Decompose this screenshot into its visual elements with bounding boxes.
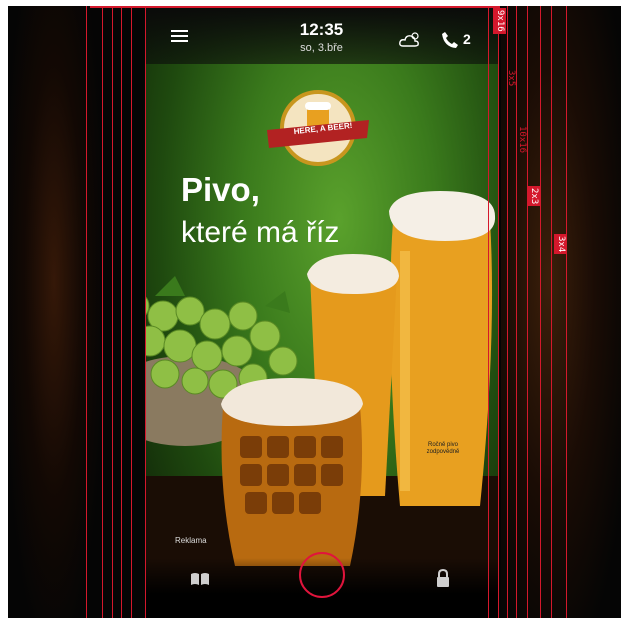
lock-icon[interactable] xyxy=(435,568,451,588)
grid-tag: 3x4 xyxy=(554,234,567,255)
grid-line xyxy=(566,6,567,618)
grid-line xyxy=(527,6,528,618)
ad-label: Reklama xyxy=(175,536,207,545)
status-bar: 12:35 so, 3.bře 2 xyxy=(145,6,498,64)
phone-icon[interactable] xyxy=(441,31,459,49)
screen-frame: HERE, A BEER! Pivo, které má říz Ročně p… xyxy=(8,6,621,618)
ad-headline-bold: Pivo, xyxy=(181,171,260,208)
grid-line xyxy=(507,6,508,618)
grid-tag: 10x16 xyxy=(517,126,527,154)
background-barrel-right xyxy=(501,6,621,618)
grid-line xyxy=(488,6,489,618)
bottom-bar xyxy=(145,552,498,618)
grid-line xyxy=(498,6,499,618)
grid-line xyxy=(112,6,113,618)
grid-line xyxy=(86,6,87,618)
grid-tag: 9x16 xyxy=(493,8,506,34)
grid-line xyxy=(516,6,517,618)
ad-headline-light: které má říz xyxy=(181,216,340,249)
lockscreen-ad[interactable]: HERE, A BEER! Pivo, které má říz Ročně p… xyxy=(145,6,498,618)
grid-tag: 3x5 xyxy=(506,70,516,87)
grid-line xyxy=(540,6,541,618)
book-icon[interactable] xyxy=(190,572,210,586)
grid-tag: 2x3 xyxy=(527,186,540,207)
grid-line-top xyxy=(90,6,500,8)
grid-line xyxy=(131,6,132,618)
home-button[interactable] xyxy=(299,552,345,598)
grid-line xyxy=(121,6,122,618)
weather-icon[interactable] xyxy=(398,31,422,49)
missed-call-count: 2 xyxy=(463,31,471,47)
grid-line xyxy=(145,6,146,618)
grid-line xyxy=(551,6,552,618)
glass-print-text: Ročně pivo zodpovědně xyxy=(426,442,460,455)
grid-line xyxy=(102,6,103,618)
